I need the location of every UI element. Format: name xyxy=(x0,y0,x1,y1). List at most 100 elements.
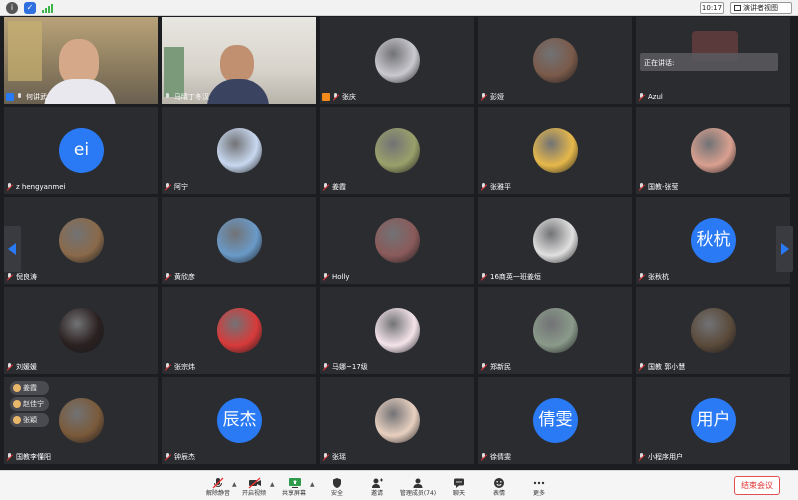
participant-nameplate: 张瑶 xyxy=(322,451,346,462)
participant-nameplate: 徐倩雯 xyxy=(480,451,511,462)
participant-name: 倪良涛 xyxy=(16,272,37,281)
participant-nameplate: 国教李懂阳 xyxy=(6,451,51,462)
mic-muted-icon xyxy=(6,452,14,461)
participant-avatar: 辰杰 xyxy=(217,398,262,443)
next-page-arrow-icon[interactable] xyxy=(776,226,793,272)
raised-hand-item: 赵佳宁 xyxy=(10,397,49,411)
participant-tile[interactable]: 16商英一班姜烜 xyxy=(478,197,632,284)
mic-muted-icon xyxy=(322,362,330,371)
participant-tile[interactable]: 正在讲话: Azul xyxy=(636,17,790,104)
mic-muted-icon xyxy=(480,452,488,461)
prev-page-arrow-icon[interactable] xyxy=(4,226,21,272)
participant-tile[interactable]: Holly xyxy=(320,197,474,284)
participant-name: 张秋杭 xyxy=(648,272,669,281)
security-label: 安全 xyxy=(330,490,343,497)
raised-hand-name: 赵佳宁 xyxy=(23,400,44,408)
participant-tile[interactable]: 彭娅 xyxy=(478,17,632,104)
mic-muted-icon xyxy=(164,182,172,191)
participant-tile[interactable]: 辰杰钟辰杰 xyxy=(162,377,316,464)
participant-tile[interactable]: 国教-张莹 xyxy=(636,107,790,194)
participant-name: 张宗炜 xyxy=(174,362,195,371)
mic-muted-icon xyxy=(6,182,14,191)
participant-name: 刘媛媛 xyxy=(16,362,37,371)
participant-avatar xyxy=(691,128,736,173)
mic-muted-icon xyxy=(638,92,646,101)
participant-tile[interactable]: 国教 郭小慧 xyxy=(636,287,790,374)
participant-tile[interactable]: ei z hengyanmei xyxy=(4,107,158,194)
participant-tile[interactable]: 郑新民 xyxy=(478,287,632,374)
speaker-view-button[interactable]: 演讲者视图 xyxy=(730,2,792,14)
participant-tile[interactable]: 张雅平 xyxy=(478,107,632,194)
mic-muted-icon xyxy=(480,362,488,371)
mic-icon xyxy=(164,92,172,101)
raised-hand-name: 姜霞 xyxy=(23,384,37,392)
participant-name: 郑新民 xyxy=(490,362,511,371)
chat-button[interactable]: 聊天 xyxy=(439,474,479,500)
participant-tile[interactable]: 秋杭 张秋杭 xyxy=(636,197,790,284)
participant-avatar xyxy=(533,128,578,173)
participant-tile[interactable]: 马娜~17级 xyxy=(320,287,474,374)
manage-members-button[interactable]: 管理成员(74) xyxy=(398,474,438,500)
start-video-button[interactable]: 开启视频 xyxy=(234,474,274,500)
mic-icon xyxy=(16,92,24,101)
participant-nameplate: 钟辰杰 xyxy=(164,451,195,462)
share-screen-label: 共享屏幕 xyxy=(281,490,306,497)
security-shield-icon xyxy=(331,474,343,488)
participant-name: 马晴丁冬汉 xyxy=(174,92,209,101)
raised-hands-list: 姜霞 赵佳宁 张穎 xyxy=(10,381,49,427)
security-button[interactable]: 安全 xyxy=(317,474,357,500)
mic-muted-icon xyxy=(6,362,14,371)
share-options-caret-icon[interactable]: ▲ xyxy=(310,481,315,488)
members-icon xyxy=(412,474,424,488)
meeting-window: i ✓ 10:17 演讲者视图 何讲武 马晴丁冬汉 张庆 彭娅 正在讲话: Azul ei z… xyxy=(0,0,798,500)
start-video-label: 开启视频 xyxy=(241,490,266,497)
participant-nameplate: 张秋杭 xyxy=(638,271,669,282)
info-icon[interactable]: i xyxy=(6,2,18,14)
chat-icon xyxy=(453,474,465,488)
participant-nameplate: 张庆 xyxy=(322,91,356,102)
participant-avatar xyxy=(217,218,262,263)
participant-tile[interactable]: 张瑶 xyxy=(320,377,474,464)
participant-tile[interactable]: 刘媛媛 xyxy=(4,287,158,374)
participant-avatar xyxy=(533,218,578,263)
participant-nameplate: 姜霞 xyxy=(322,181,346,192)
participant-avatar xyxy=(217,128,262,173)
raised-hand-icon xyxy=(13,400,21,408)
participant-tile[interactable]: 姜霞 xyxy=(320,107,474,194)
participant-name: 姜霞 xyxy=(332,182,346,191)
more-label: 更多 xyxy=(532,490,545,497)
bottom-toolbar: 解除静音 ▲ 开启视频 ▲ 共享屏幕 ▲ 安全 邀请 管理成员(74) 聊天 表… xyxy=(0,470,798,500)
participant-tile[interactable]: 姜霞 赵佳宁 张穎 国教李懂阳 xyxy=(4,377,158,464)
more-dots-icon xyxy=(533,474,545,486)
host-badge-icon xyxy=(6,92,14,101)
shield-icon[interactable]: ✓ xyxy=(24,2,36,14)
end-meeting-button[interactable]: 结束会议 xyxy=(734,476,780,495)
participant-name: 国教 郭小慧 xyxy=(648,362,686,371)
participant-nameplate: 国教-张莹 xyxy=(638,181,679,192)
participant-nameplate: 倪良涛 xyxy=(6,271,37,282)
participant-name: 张雅平 xyxy=(490,182,511,191)
signal-icon[interactable] xyxy=(42,2,54,14)
participant-nameplate: 张宗炜 xyxy=(164,361,195,372)
share-screen-button[interactable]: 共享屏幕 xyxy=(274,474,314,500)
participant-tile[interactable]: 倩雯徐倩雯 xyxy=(478,377,632,464)
participant-tile[interactable]: 张宗炜 xyxy=(162,287,316,374)
mic-muted-icon xyxy=(322,272,330,281)
participant-tile[interactable]: 用户 小程序用户 xyxy=(636,377,790,464)
more-button[interactable]: 更多 xyxy=(519,474,559,500)
reactions-button[interactable]: 表情 xyxy=(479,474,519,500)
participant-avatar: 倩雯 xyxy=(533,398,578,443)
participant-name: 黄欣彦 xyxy=(174,272,195,281)
participant-tile[interactable]: 马晴丁冬汉 xyxy=(162,17,316,104)
participant-nameplate: 16商英一班姜烜 xyxy=(480,271,541,282)
participant-name: 马娜~17级 xyxy=(332,362,368,371)
invite-button[interactable]: 邀请 xyxy=(357,474,397,500)
mic-muted-icon xyxy=(322,452,330,461)
participant-tile[interactable]: 倪良涛 xyxy=(4,197,158,284)
smiley-icon xyxy=(493,474,505,488)
participant-nameplate: 阿宁 xyxy=(164,181,188,192)
participant-tile[interactable]: 何讲武 xyxy=(4,17,158,104)
participant-tile[interactable]: 黄欣彦 xyxy=(162,197,316,284)
participant-tile[interactable]: 张庆 xyxy=(320,17,474,104)
participant-tile[interactable]: 阿宁 xyxy=(162,107,316,194)
